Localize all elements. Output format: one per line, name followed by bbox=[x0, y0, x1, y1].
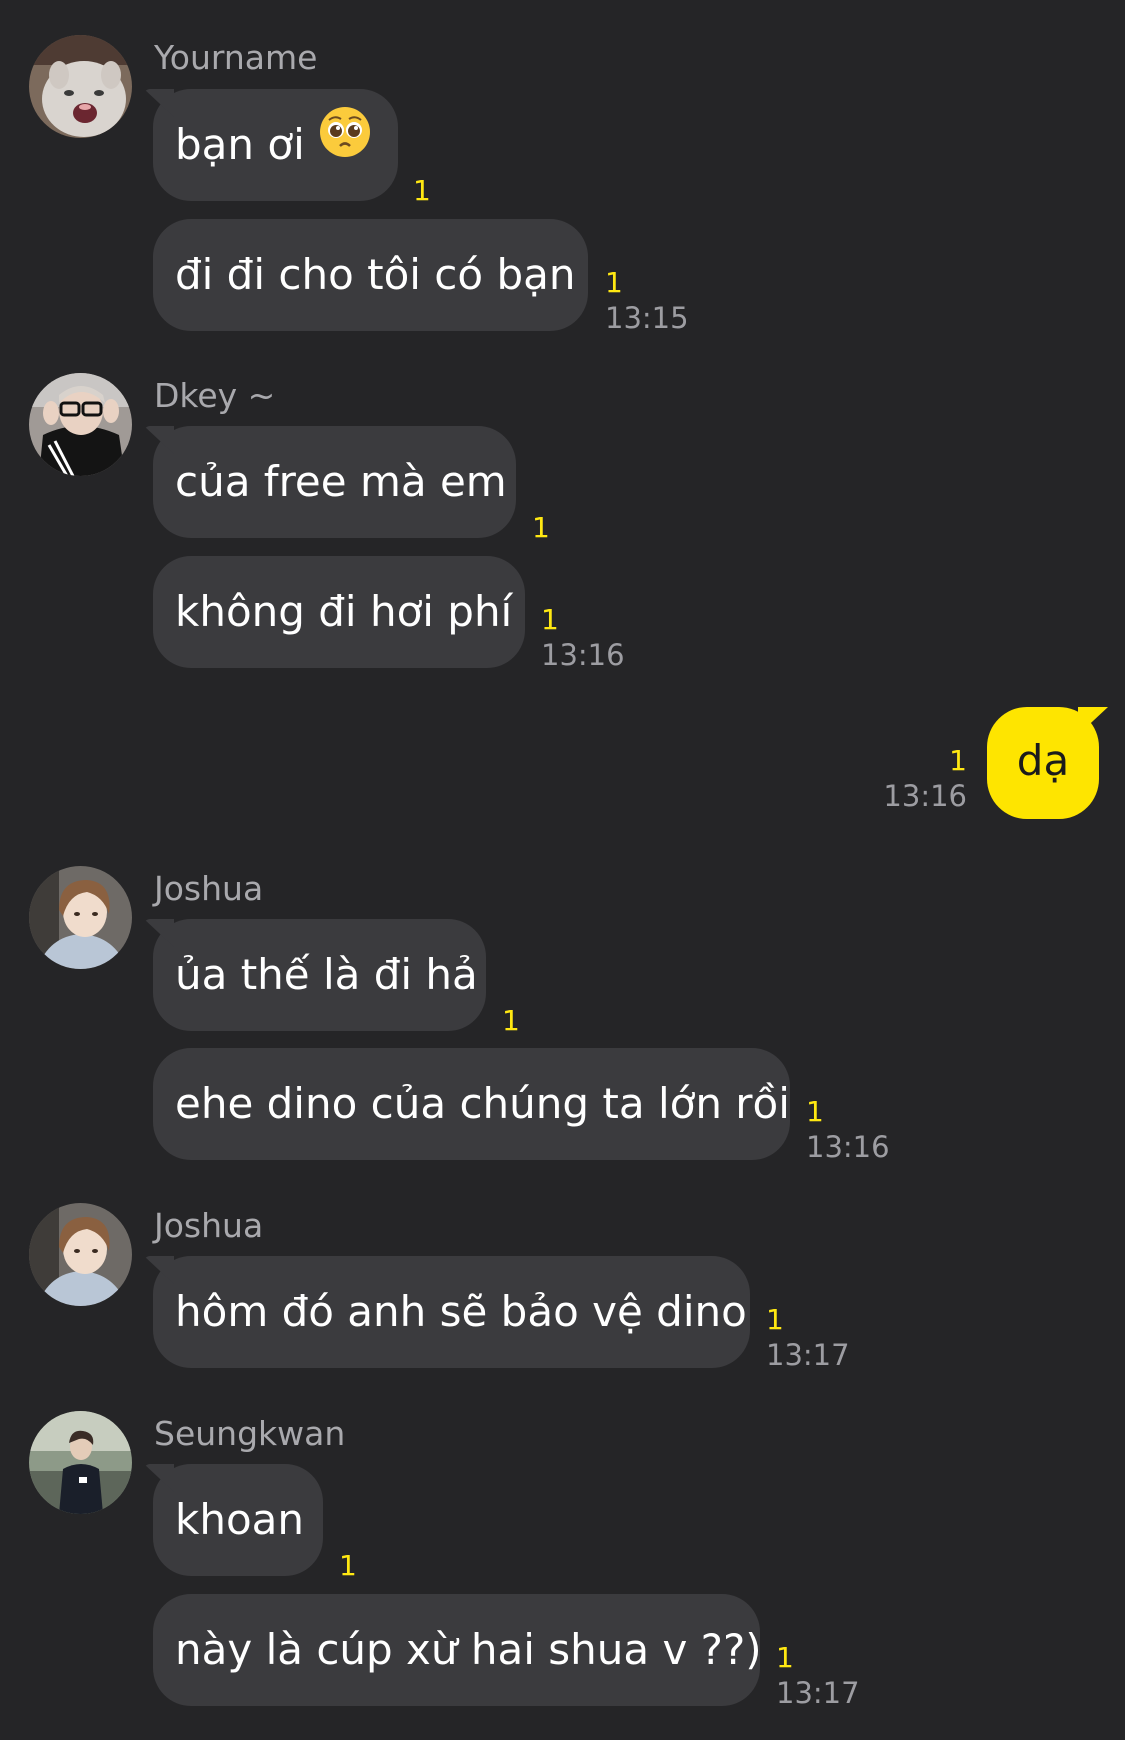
message-bubble[interactable]: khoan bbox=[153, 1464, 323, 1576]
sender-name: Yourname bbox=[154, 38, 318, 77]
cat-screaming-avatar bbox=[29, 35, 132, 138]
message-meta: 1 13:17 bbox=[766, 1303, 850, 1373]
avatar[interactable] bbox=[29, 866, 132, 969]
message-meta: 1 bbox=[532, 511, 550, 545]
message-bubble[interactable]: ủa thế là đi hả bbox=[153, 919, 486, 1031]
avatar[interactable] bbox=[29, 373, 132, 476]
seungkwan-avatar bbox=[29, 1411, 132, 1514]
message-bubble[interactable]: không đi hơi phí bbox=[153, 556, 525, 668]
unread-count: 1 bbox=[541, 603, 559, 636]
message-text: không đi hơi phí bbox=[175, 587, 513, 636]
unread-count: 1 bbox=[605, 266, 623, 299]
unread-count: 1 bbox=[776, 1641, 794, 1674]
sender-name: Joshua bbox=[154, 1206, 264, 1245]
message-meta: 1 13:16 bbox=[883, 744, 967, 814]
unread-count: 1 bbox=[766, 1303, 784, 1336]
message-bubble[interactable]: đi đi cho tôi có bạn bbox=[153, 219, 588, 331]
message-text: dạ bbox=[1016, 736, 1070, 785]
message-meta: 1 bbox=[413, 174, 431, 208]
message-bubble[interactable]: này là cúp xừ hai shua v ??) bbox=[153, 1594, 762, 1706]
message-bubble[interactable]: của free mà em bbox=[153, 426, 516, 538]
timestamp: 13:16 bbox=[806, 1130, 890, 1164]
sender-name: Joshua bbox=[154, 869, 264, 908]
unread-count: 1 bbox=[949, 744, 967, 777]
message-bubble[interactable]: ehe dino của chúng ta lớn rồi bbox=[153, 1048, 790, 1160]
avatar[interactable] bbox=[29, 35, 132, 138]
message-text: khoan bbox=[175, 1495, 304, 1544]
unread-count: 1 bbox=[532, 511, 550, 544]
joshua-avatar bbox=[29, 1203, 132, 1306]
avatar[interactable] bbox=[29, 1411, 132, 1514]
pleading-face-icon bbox=[319, 88, 371, 200]
message-text: đi đi cho tôi có bạn bbox=[175, 250, 576, 299]
timestamp: 13:16 bbox=[541, 638, 625, 672]
message-meta: 1 bbox=[339, 1549, 357, 1583]
person-with-glasses-avatar bbox=[29, 373, 132, 476]
message-meta: 1 bbox=[502, 1004, 520, 1038]
message-text: ehe dino của chúng ta lớn rồi bbox=[175, 1079, 790, 1128]
timestamp: 13:16 bbox=[883, 779, 967, 813]
message-text: của free mà em bbox=[175, 457, 507, 506]
timestamp: 13:15 bbox=[605, 301, 689, 335]
message-text: bạn ơi bbox=[175, 120, 305, 169]
message-meta: 1 13:16 bbox=[541, 603, 625, 673]
timestamp: 13:17 bbox=[766, 1338, 850, 1372]
unread-count: 1 bbox=[413, 174, 431, 207]
joshua-avatar bbox=[29, 866, 132, 969]
message-text: hôm đó anh sẽ bảo vệ dino bbox=[175, 1287, 747, 1336]
message-text: ủa thế là đi hả bbox=[175, 950, 478, 999]
message-meta: 1 13:17 bbox=[776, 1641, 860, 1711]
message-meta: 1 13:16 bbox=[806, 1095, 890, 1165]
message-bubble[interactable]: hôm đó anh sẽ bảo vệ dino bbox=[153, 1256, 750, 1368]
timestamp: 13:17 bbox=[776, 1676, 860, 1710]
unread-count: 1 bbox=[806, 1095, 824, 1128]
message-meta: 1 13:15 bbox=[605, 266, 689, 336]
unread-count: 1 bbox=[502, 1004, 520, 1037]
my-message-bubble[interactable]: dạ bbox=[987, 707, 1099, 819]
sender-name: Dkey ~ bbox=[154, 376, 276, 415]
unread-count: 1 bbox=[339, 1549, 357, 1582]
sender-name: Seungkwan bbox=[154, 1414, 346, 1453]
message-text: này là cúp xừ hai shua v ??) bbox=[175, 1625, 762, 1674]
message-bubble[interactable]: bạn ơi bbox=[153, 89, 398, 201]
avatar[interactable] bbox=[29, 1203, 132, 1306]
